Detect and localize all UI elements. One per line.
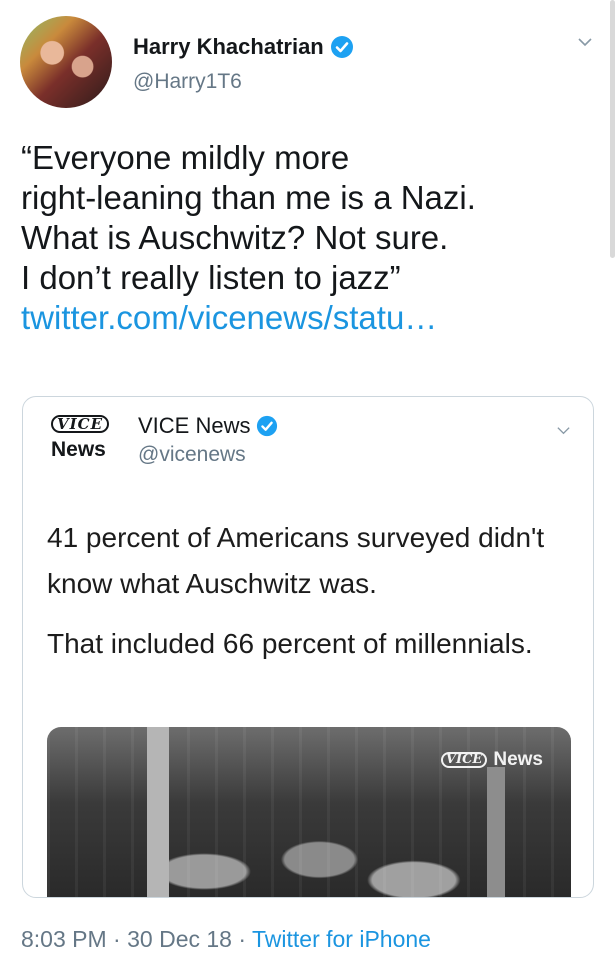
quoted-author-row: VICE News (138, 413, 278, 439)
author-name[interactable]: Harry Khachatrian (133, 34, 324, 60)
tweet-date[interactable]: 30 Dec 18 (127, 926, 232, 952)
tweet-time[interactable]: 8:03 PM (21, 926, 107, 952)
vice-news-logo: VICE News (51, 415, 117, 462)
photo-post (487, 767, 505, 897)
tweet-text: “Everyone mildly more right-leaning than… (21, 138, 596, 338)
avatar[interactable] (20, 16, 112, 108)
quoted-text-paragraph-1: 41 percent of Americans surveyed didn't … (47, 522, 545, 599)
video-thumbnail[interactable]: VICE News (47, 727, 571, 897)
media-watermark-text: News (493, 749, 543, 770)
separator: · (231, 926, 252, 952)
chevron-down-icon[interactable] (577, 34, 593, 50)
verified-badge-icon (330, 36, 353, 58)
quoted-author-handle[interactable]: @vicenews (138, 443, 246, 467)
chevron-down-icon[interactable] (556, 423, 571, 438)
verified-badge-icon (257, 415, 278, 437)
separator: · (106, 926, 128, 952)
author-row: Harry Khachatrian (133, 34, 354, 60)
author-handle[interactable]: @Harry1T6 (133, 70, 242, 94)
tweet-source-link[interactable]: Twitter for iPhone (252, 926, 431, 952)
quoted-tweet[interactable]: VICE News VICE News @vicenews 41 percent… (22, 396, 594, 898)
tweet-meta: 8:03 PM · 30 Dec 18 · Twitter for iPhone (21, 926, 431, 953)
scrollbar[interactable] (610, 0, 615, 258)
media-watermark-logo: VICE (440, 752, 488, 768)
quoted-author-name[interactable]: VICE News (138, 413, 250, 439)
vice-logo-bottom: News (51, 438, 106, 461)
tweet-body: “Everyone mildly more right-leaning than… (21, 139, 476, 296)
vice-logo-top: VICE (51, 415, 110, 433)
quoted-text-paragraph-2: That included 66 percent of millennials. (47, 628, 533, 659)
media-watermark: VICE News (440, 749, 543, 771)
tweet-link[interactable]: twitter.com/vicenews/statu… (21, 298, 596, 338)
photo-post (147, 727, 169, 897)
